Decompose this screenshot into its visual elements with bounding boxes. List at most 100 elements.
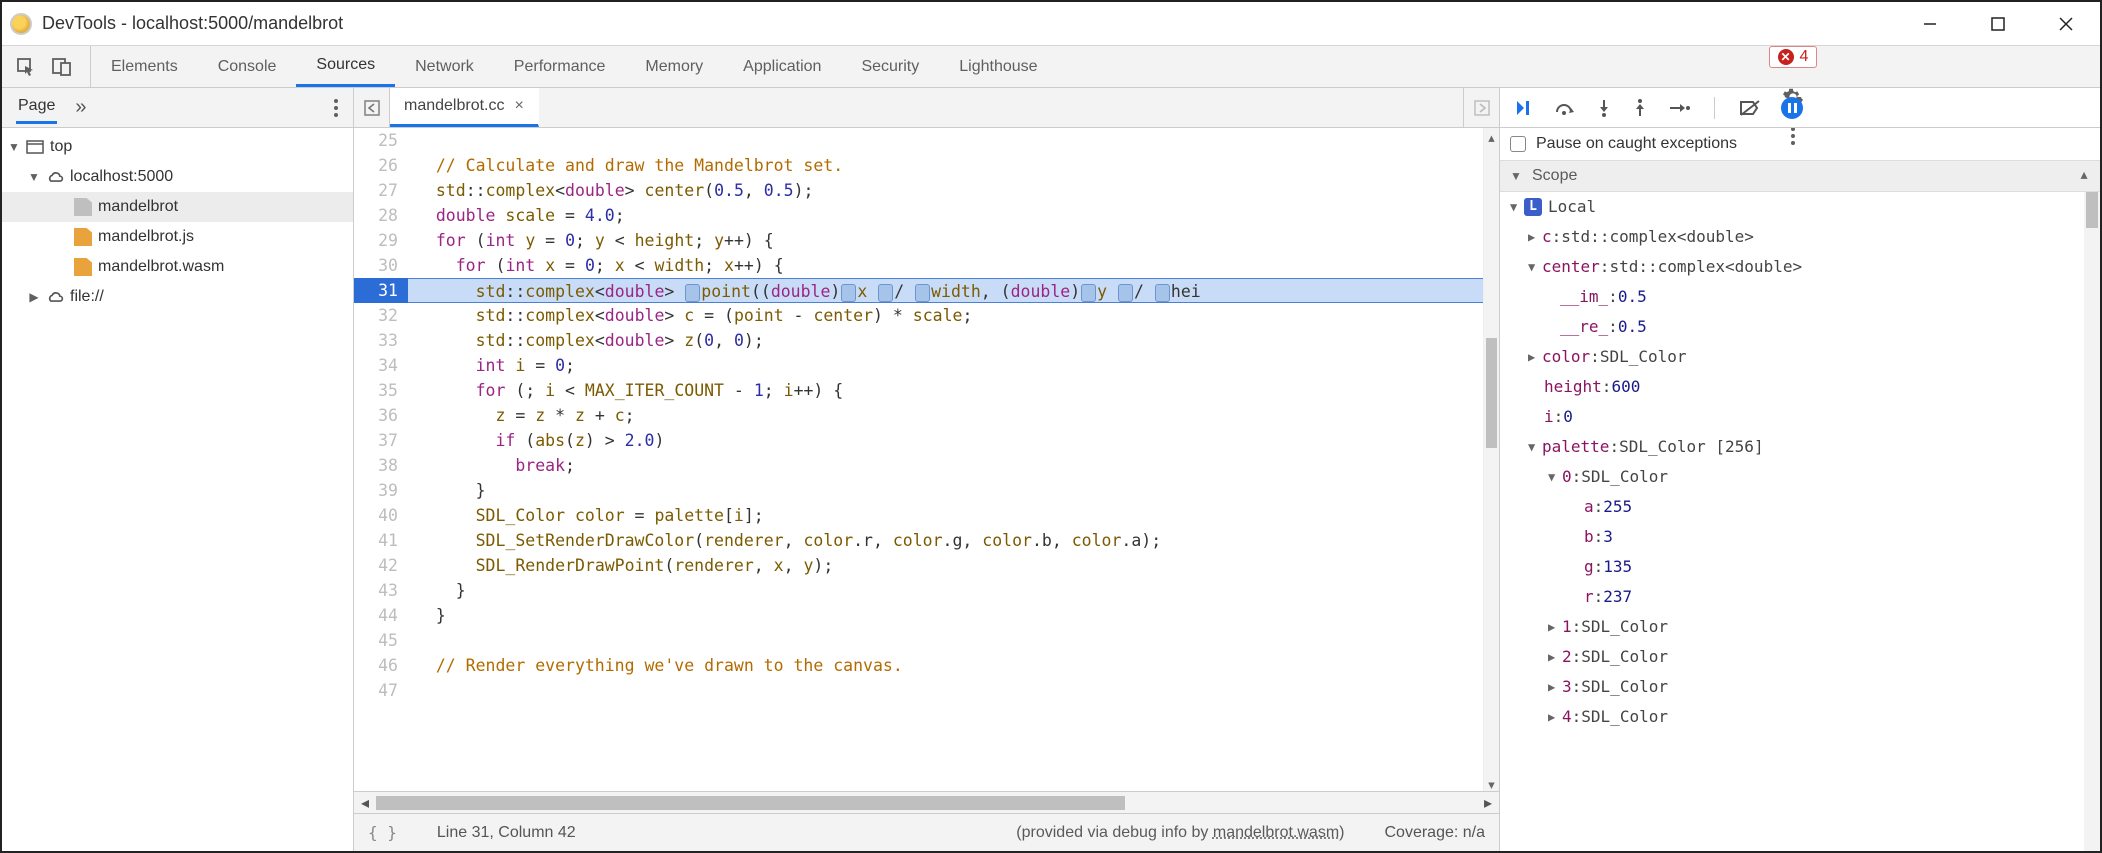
tab-elements[interactable]: Elements <box>91 46 198 87</box>
close-tab-icon[interactable]: × <box>515 97 524 115</box>
pause-label: Pause on caught exceptions <box>1536 135 1737 153</box>
tab-sources[interactable]: Sources <box>296 46 395 87</box>
debugger-panel: Pause on caught exceptions ▼ Scope ▼ ▼L … <box>1500 88 2100 851</box>
var-height[interactable]: height: 600 <box>1500 372 2084 402</box>
pretty-print-icon[interactable]: { } <box>368 823 397 842</box>
editor-vertical-scrollbar[interactable]: ▴ ▾ <box>1483 128 1499 791</box>
window-controls <box>1912 10 2084 38</box>
file-nav-prev-icon[interactable] <box>354 88 390 127</box>
navigator-tab-page[interactable]: Page <box>16 91 57 124</box>
var-i[interactable]: i: 0 <box>1500 402 2084 432</box>
frame-icon <box>26 138 44 156</box>
var-c[interactable]: ▶c: std::complex<double> <box>1500 222 2084 252</box>
var-palette-0-b[interactable]: b: 3 <box>1500 522 2084 552</box>
var-palette-0-g[interactable]: g: 135 <box>1500 552 2084 582</box>
tree-file-mandelbrot[interactable]: mandelbrot <box>2 192 353 222</box>
tab-console[interactable]: Console <box>198 46 297 87</box>
scroll-down-icon[interactable]: ▾ <box>1484 775 1499 791</box>
scope-vertical-scrollbar[interactable] <box>2084 192 2100 851</box>
inspect-element-icon[interactable] <box>16 57 36 77</box>
var-center-im[interactable]: __im_: 0.5 <box>1500 282 2084 312</box>
tab-network[interactable]: Network <box>395 46 494 87</box>
main-tabs: Elements Console Sources Network Perform… <box>91 46 1058 87</box>
close-button[interactable] <box>2048 10 2084 38</box>
chevron-up-icon: ▼ <box>2078 169 2090 183</box>
var-palette-0-r[interactable]: r: 237 <box>1500 582 2084 612</box>
tree-top[interactable]: ▼ top <box>2 132 353 162</box>
file-nav-next-icon[interactable] <box>1463 88 1499 127</box>
navigator-more-icon[interactable]: » <box>75 96 86 119</box>
error-count: 4 <box>1800 48 1809 66</box>
minimize-button[interactable] <box>1912 10 1948 38</box>
step-out-icon[interactable] <box>1632 98 1648 118</box>
var-color[interactable]: ▶color: SDL_Color <box>1500 342 2084 372</box>
scope-tree[interactable]: ▼L Local ▶c: std::complex<double> ▼cente… <box>1500 192 2084 851</box>
step-icon[interactable] <box>1668 100 1690 116</box>
step-over-icon[interactable] <box>1554 99 1576 117</box>
file-icon <box>74 258 92 276</box>
step-into-icon[interactable] <box>1596 98 1612 118</box>
device-toggle-icon[interactable] <box>52 57 72 77</box>
local-badge-icon: L <box>1524 198 1542 216</box>
panel-tabstrip: Elements Console Sources Network Perform… <box>2 46 2100 88</box>
navigator-kebab-icon[interactable] <box>333 98 339 118</box>
tree-origin[interactable]: ▼ localhost:5000 <box>2 162 353 192</box>
scope-local[interactable]: ▼L Local <box>1500 192 2084 222</box>
deactivate-breakpoints-icon[interactable] <box>1739 99 1761 117</box>
maximize-button[interactable] <box>1980 10 2016 38</box>
var-palette[interactable]: ▼palette: SDL_Color [256] <box>1500 432 2084 462</box>
window-title: DevTools - localhost:5000/mandelbrot <box>42 13 1912 34</box>
code-area[interactable]: // Calculate and draw the Mandelbrot set… <box>408 128 1483 791</box>
line-gutter[interactable]: 2526272829303132333435363738394041424344… <box>354 128 408 791</box>
scroll-left-icon[interactable]: ◂ <box>354 793 376 813</box>
pause-button[interactable] <box>1781 97 1803 119</box>
error-count-pill[interactable]: ✕ 4 <box>1769 46 1818 68</box>
pause-on-exceptions-row[interactable]: Pause on caught exceptions <box>1500 128 2100 160</box>
editor-horizontal-scrollbar[interactable]: ◂ ▸ <box>354 791 1499 813</box>
source-editor[interactable]: 2526272829303132333435363738394041424344… <box>354 128 1499 791</box>
scope-header-label: Scope <box>1532 167 1577 185</box>
cloud-icon <box>46 168 64 186</box>
titlebar: DevTools - localhost:5000/mandelbrot <box>2 2 2100 46</box>
scroll-up-icon[interactable]: ▴ <box>1484 128 1499 144</box>
var-palette-2[interactable]: ▶2: SDL_Color <box>1500 642 2084 672</box>
sources-navigator: Page » ▼ top ▼ localhost:5000 mandelbrot <box>2 88 354 851</box>
file-tree: ▼ top ▼ localhost:5000 mandelbrot mandel… <box>2 128 353 851</box>
tree-label: top <box>50 138 72 156</box>
tab-lighthouse[interactable]: Lighthouse <box>939 46 1057 87</box>
tab-security[interactable]: Security <box>841 46 939 87</box>
var-palette-3[interactable]: ▶3: SDL_Color <box>1500 672 2084 702</box>
tree-file-scheme[interactable]: ▶ file:// <box>2 282 353 312</box>
tab-memory[interactable]: Memory <box>625 46 723 87</box>
tree-label: file:// <box>70 288 104 306</box>
source-editor-panel: mandelbrot.cc × 252627282930313233343536… <box>354 88 1500 851</box>
cursor-position: Line 31, Column 42 <box>437 824 576 842</box>
var-palette-0-a[interactable]: a: 255 <box>1500 492 2084 522</box>
scroll-right-icon[interactable]: ▸ <box>1477 793 1499 813</box>
resume-icon[interactable] <box>1514 98 1534 118</box>
var-palette-0[interactable]: ▼0: SDL_Color <box>1500 462 2084 492</box>
var-center[interactable]: ▼center: std::complex<double> <box>1500 252 2084 282</box>
file-tab-label: mandelbrot.cc <box>404 97 505 115</box>
debug-info-source: (provided via debug info by mandelbrot.w… <box>1016 824 1344 842</box>
scrollbar-thumb[interactable] <box>1486 338 1497 448</box>
scope-local-label: Local <box>1548 192 1596 222</box>
file-tab-mandelbrot-cc[interactable]: mandelbrot.cc × <box>390 88 539 127</box>
scrollbar-thumb[interactable] <box>376 796 1125 810</box>
tree-file-mandelbrot-js[interactable]: mandelbrot.js <box>2 222 353 252</box>
debug-info-link[interactable]: mandelbrot.wasm <box>1213 824 1339 841</box>
tree-file-mandelbrot-wasm[interactable]: mandelbrot.wasm <box>2 252 353 282</box>
scope-header[interactable]: ▼ Scope ▼ <box>1500 160 2100 192</box>
checkbox-icon[interactable] <box>1510 136 1526 152</box>
tab-application[interactable]: Application <box>723 46 841 87</box>
chrome-logo-icon <box>10 13 32 35</box>
tree-label: mandelbrot.wasm <box>98 258 224 276</box>
tab-performance[interactable]: Performance <box>494 46 626 87</box>
editor-statusbar: { } Line 31, Column 42 (provided via deb… <box>354 813 1499 851</box>
tree-label: localhost:5000 <box>70 168 173 186</box>
var-palette-4[interactable]: ▶4: SDL_Color <box>1500 702 2084 732</box>
var-center-re[interactable]: __re_: 0.5 <box>1500 312 2084 342</box>
var-palette-1[interactable]: ▶1: SDL_Color <box>1500 612 2084 642</box>
tree-label: mandelbrot <box>98 198 178 216</box>
scrollbar-thumb[interactable] <box>2086 192 2098 228</box>
